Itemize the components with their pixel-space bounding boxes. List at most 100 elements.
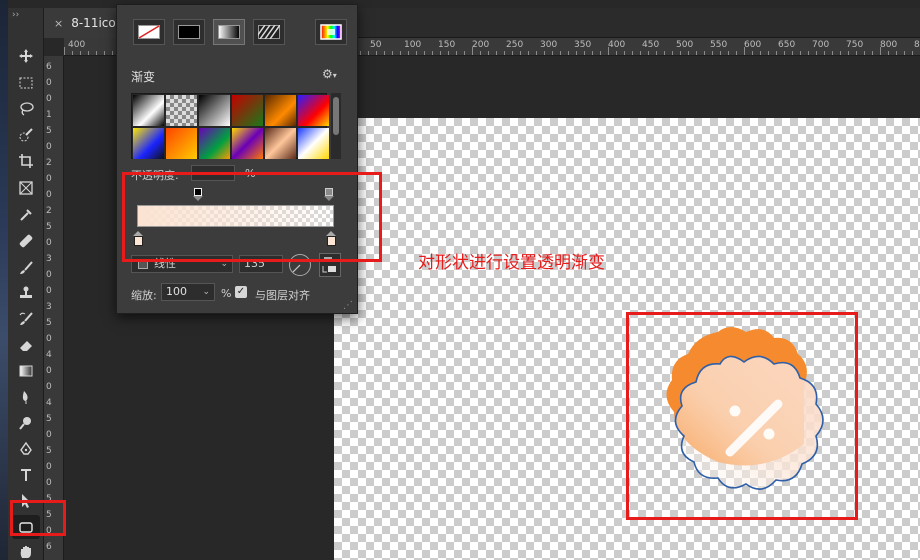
ruler-tick: [704, 51, 705, 55]
gradient-swatch[interactable]: [298, 95, 329, 126]
ruler-tick: [752, 51, 753, 55]
ruler-tick: [504, 51, 505, 55]
gradient-swatch[interactable]: [265, 95, 296, 126]
gradient-swatch[interactable]: [199, 95, 230, 126]
frame-icon[interactable]: [12, 176, 40, 200]
ruler-tick-label: 850: [914, 40, 920, 50]
ruler-tick-label: 650: [778, 40, 796, 50]
lasso-icon[interactable]: [12, 97, 40, 121]
gradient-swatch[interactable]: [166, 128, 197, 159]
ruler-tick-label: 150: [438, 40, 456, 50]
panel-grip-icon[interactable]: ››: [12, 10, 19, 20]
swatch-scrollbar[interactable]: [331, 93, 341, 159]
gradient-icon[interactable]: [12, 359, 40, 383]
healing-icon[interactable]: [12, 229, 40, 253]
ruler-tick-label: 6: [46, 542, 52, 552]
blur-icon[interactable]: [12, 385, 40, 409]
scale-unit: %: [221, 287, 232, 300]
align-with-layer-checkbox[interactable]: ✓: [235, 286, 247, 298]
ruler-tick-label: 600: [744, 40, 762, 50]
ruler-tick: [368, 51, 369, 55]
gear-icon[interactable]: ⚙▾: [322, 67, 337, 81]
ruler-tick: [648, 51, 649, 55]
pen-icon[interactable]: [12, 437, 40, 461]
ruler-tick: [672, 51, 673, 55]
ruler-tick-label: 0: [46, 78, 52, 88]
type-icon[interactable]: [12, 463, 40, 487]
gradient-swatch[interactable]: [199, 128, 230, 159]
ruler-tick: [568, 51, 569, 55]
ruler-tick-label: 4: [46, 350, 52, 360]
fill-solid-button[interactable]: [173, 19, 205, 45]
ruler-tick: [96, 51, 97, 55]
eyedropper-icon[interactable]: [12, 203, 40, 227]
ruler-tick: [104, 51, 105, 55]
gear-icon-glyph: ⚙: [322, 67, 333, 81]
gradient-swatch[interactable]: [166, 95, 197, 126]
fill-gradient-button[interactable]: [213, 19, 245, 45]
ruler-tick-label: 0: [46, 270, 52, 280]
ruler-tick: [392, 51, 393, 55]
eraser-icon[interactable]: [12, 333, 40, 357]
stamp-icon[interactable]: [12, 281, 40, 305]
crop-icon[interactable]: [12, 149, 40, 173]
annotation-text: 对形状进行设置透明渐变: [418, 253, 605, 273]
ruler-tick-label: 2: [46, 158, 52, 168]
gradient-swatch[interactable]: [298, 128, 329, 159]
marquee-icon[interactable]: [12, 71, 40, 95]
quick-select-icon[interactable]: [12, 123, 40, 147]
ruler-tick: [776, 51, 777, 55]
ruler-tick: [832, 51, 833, 55]
ruler-tick: [744, 47, 745, 55]
scroll-thumb[interactable]: [333, 97, 339, 135]
gradient-swatch[interactable]: [265, 128, 296, 159]
gradient-swatch[interactable]: [133, 95, 164, 126]
gradient-swatch[interactable]: [232, 95, 263, 126]
ruler-tick: [896, 51, 897, 55]
ruler-tick-label: 550: [710, 40, 728, 50]
ruler-tick-label: 250: [506, 40, 524, 50]
vertical-ruler[interactable]: 6001502002503003504004505005506: [44, 56, 64, 560]
ruler-tick-label: 700: [812, 40, 830, 50]
resize-grip-icon[interactable]: ⋰: [343, 300, 353, 311]
hand-icon[interactable]: [12, 540, 40, 560]
ruler-tick: [632, 51, 633, 55]
ruler-tick: [728, 51, 729, 55]
ruler-tick-label: 0: [46, 174, 52, 184]
brush-icon[interactable]: [12, 256, 40, 280]
ruler-tick: [496, 51, 497, 55]
fill-pattern-button[interactable]: [253, 19, 285, 45]
gradient-swatch[interactable]: [232, 128, 263, 159]
fill-none-button[interactable]: [133, 19, 165, 45]
scale-input[interactable]: 100 ⌄: [161, 283, 215, 301]
shape-highlight-box: [626, 312, 858, 520]
scale-value: 100: [166, 285, 187, 298]
ruler-tick-label: 0: [46, 190, 52, 200]
history-brush-icon[interactable]: [12, 307, 40, 331]
color-picker-button[interactable]: [315, 19, 347, 45]
ruler-tick: [800, 51, 801, 55]
ruler-tick: [512, 51, 513, 55]
ruler-tick-label: 0: [46, 462, 52, 472]
ruler-tick: [80, 51, 81, 55]
gradient-fill-icon: [218, 25, 240, 39]
move-icon[interactable]: [12, 44, 40, 68]
ruler-tick: [72, 51, 73, 55]
ruler-tick: [560, 51, 561, 55]
close-tab-icon[interactable]: ×: [54, 17, 63, 30]
pattern-fill-icon: [258, 25, 280, 39]
tool-highlight-box: [10, 500, 66, 536]
ruler-tick-label: 50: [370, 40, 382, 50]
solid-fill-icon: [178, 25, 200, 39]
ruler-tick: [552, 51, 553, 55]
scale-label: 缩放:: [131, 289, 157, 302]
ruler-tick: [400, 51, 401, 55]
gradient-swatch-grid: [131, 93, 329, 159]
ruler-tick-label: 5: [46, 318, 52, 328]
gradient-swatch[interactable]: [133, 128, 164, 159]
ruler-tick: [688, 51, 689, 55]
dodge-icon[interactable]: [12, 411, 40, 435]
ruler-tick: [872, 51, 873, 55]
ruler-tick: [816, 51, 817, 55]
ruler-tick-label: 400: [68, 40, 86, 50]
